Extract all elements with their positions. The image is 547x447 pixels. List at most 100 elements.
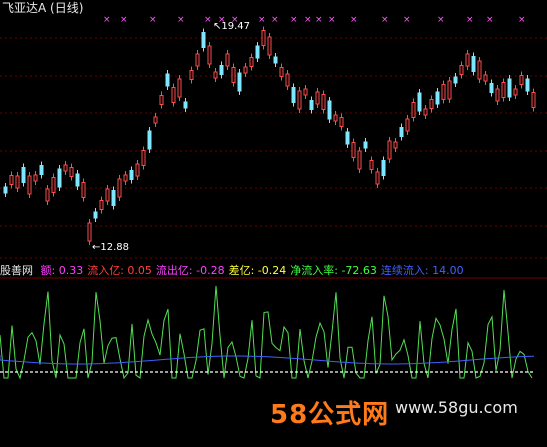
candle-body xyxy=(393,141,398,149)
candle-body xyxy=(177,78,182,98)
candle-body xyxy=(369,160,374,170)
candle-body xyxy=(99,200,104,210)
candle-body xyxy=(69,167,74,177)
candle-body xyxy=(477,60,482,80)
candle-body xyxy=(351,142,356,158)
x-marker: × xyxy=(304,15,312,25)
indicator-field: 流出亿: -0.28 xyxy=(155,264,225,277)
candle-body xyxy=(39,165,44,175)
candle-body xyxy=(459,65,464,75)
candle-body xyxy=(375,171,380,185)
candle-body xyxy=(135,163,140,177)
indicator-fields: 额: 0.33 流入亿: 0.05 流出亿: -0.28 差亿: -0.24 净流入率:… xyxy=(41,264,468,277)
candle-body xyxy=(51,177,56,193)
candle-body xyxy=(123,174,128,182)
candle-body xyxy=(513,88,518,96)
x-marker: × xyxy=(350,15,358,25)
candle-body xyxy=(267,36,272,56)
candle-body xyxy=(405,118,410,132)
candle-body xyxy=(525,78,530,92)
x-marker: × xyxy=(315,15,323,25)
candle-body xyxy=(117,178,122,198)
indicator-field: 流入亿: 0.05 xyxy=(87,264,152,277)
candle-body xyxy=(447,80,452,100)
candle-body xyxy=(381,160,386,176)
candle-body xyxy=(27,175,32,195)
candle-body xyxy=(15,175,20,189)
candle-body xyxy=(21,167,26,183)
candle-body xyxy=(441,84,446,100)
candle-body xyxy=(9,175,14,185)
candle-body xyxy=(507,78,512,98)
x-marker: × xyxy=(466,15,474,25)
x-marker: × xyxy=(486,15,494,25)
candle-body xyxy=(237,72,242,92)
candle-body xyxy=(201,32,206,48)
candle-body xyxy=(417,92,422,112)
x-marker: × xyxy=(328,15,336,25)
candle-body xyxy=(387,140,392,160)
candle-body xyxy=(489,83,494,93)
low-price-label: ←12.88 xyxy=(92,242,130,253)
candle-body xyxy=(225,53,230,67)
watermark-brand: 58公式网 xyxy=(270,400,390,430)
candle-body xyxy=(63,164,68,172)
candle-body xyxy=(105,188,110,202)
x-marker: × xyxy=(103,15,111,25)
candle-body xyxy=(321,94,326,110)
candle-body xyxy=(219,65,224,75)
candle-body xyxy=(303,88,308,96)
candle-body xyxy=(345,131,350,145)
stock-title: 飞亚达A (日线) xyxy=(2,1,84,15)
candle-body xyxy=(249,57,254,67)
x-marker: × xyxy=(381,15,389,25)
x-marker: × xyxy=(177,15,185,25)
candle-body xyxy=(339,117,344,127)
watermark-url: www.58gu.com xyxy=(395,398,518,417)
x-marker: × xyxy=(403,15,411,25)
candle-body xyxy=(483,74,488,82)
candle-body xyxy=(453,76,458,84)
candle-body xyxy=(189,70,194,80)
chart-stage: × × × × × × × × × × × × × × × × × × × × 飞亚达A (日线) ↖19.47 ←1… xyxy=(0,0,547,447)
candle-body xyxy=(309,100,314,110)
candle-body xyxy=(171,87,176,103)
candle-body xyxy=(285,73,290,87)
candle-body xyxy=(423,108,428,116)
candle-body xyxy=(399,127,404,137)
candle-body xyxy=(45,188,50,202)
candle-body xyxy=(231,67,236,83)
price-and-indicator-canvas[interactable]: × × × × × × × × × × × × × × × × × × × × xyxy=(0,0,547,447)
candle-body xyxy=(327,100,332,120)
candle-body xyxy=(111,190,116,206)
candle-body xyxy=(519,75,524,85)
indicator-legend: 股善网 额: 0.33 流入亿: 0.05 流出亿: -0.28 差亿: -0.24 净… xyxy=(0,262,472,277)
continuous-inflow-line xyxy=(0,355,535,365)
candle-body xyxy=(207,45,212,65)
candle-body xyxy=(213,71,218,79)
x-marker: × xyxy=(518,15,526,25)
candle-body xyxy=(531,92,536,108)
candle-body xyxy=(315,91,320,105)
candle-body xyxy=(501,82,506,98)
x-marker: × xyxy=(290,15,298,25)
x-marker: × xyxy=(120,15,128,25)
candle-body xyxy=(57,168,62,188)
candle-body xyxy=(75,173,80,187)
candle-body xyxy=(129,170,134,180)
candle-body xyxy=(363,141,368,149)
candle-body xyxy=(153,116,158,124)
candle-body xyxy=(273,56,278,64)
candle-body xyxy=(159,95,164,105)
candle-body xyxy=(93,211,98,219)
candle-body xyxy=(429,99,434,109)
candle-body xyxy=(33,174,38,182)
indicator-field: 连续流入: 14.00 xyxy=(380,264,464,277)
indicator-field: 差亿: -0.24 xyxy=(228,264,287,277)
high-price-label: ↖19.47 xyxy=(213,21,251,32)
candle-body xyxy=(471,56,476,72)
x-marker: × xyxy=(271,15,279,25)
candle-body xyxy=(297,90,302,110)
candle-body xyxy=(147,130,152,150)
candle-body xyxy=(357,150,362,170)
